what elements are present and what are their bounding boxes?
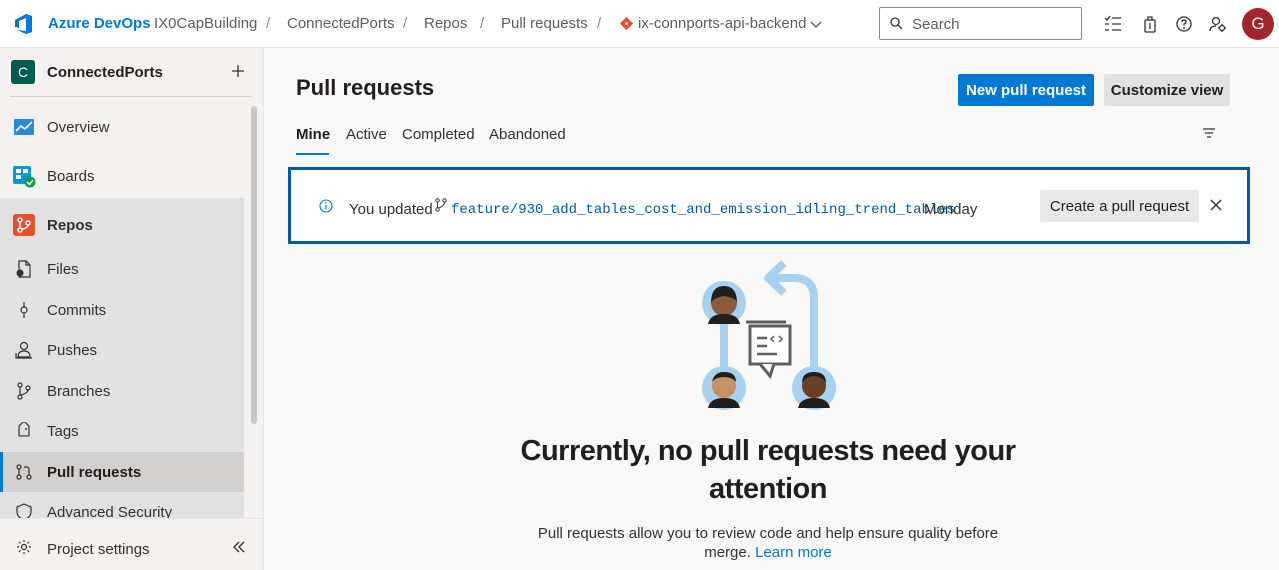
tab-abandoned[interactable]: Abandoned bbox=[489, 126, 566, 143]
breadcrumb-pull-requests[interactable]: Pull requests bbox=[501, 15, 588, 32]
sidebar: C ConnectedPorts Overview Boards Repos F… bbox=[0, 48, 264, 570]
breadcrumb-separator: / bbox=[403, 15, 408, 32]
sidebar-item-pushes[interactable]: Pushes bbox=[0, 330, 244, 370]
sidebar-item-label: Files bbox=[47, 261, 79, 278]
overview-icon bbox=[14, 119, 34, 135]
sidebar-item-label: Boards bbox=[47, 168, 95, 185]
tab-completed[interactable]: Completed bbox=[402, 126, 475, 143]
task-list-icon[interactable] bbox=[1103, 14, 1123, 34]
chevron-down-icon[interactable] bbox=[808, 16, 824, 32]
close-icon[interactable] bbox=[1208, 197, 1224, 213]
git-repo-icon bbox=[619, 16, 634, 31]
pull-request-icon bbox=[16, 464, 32, 480]
branch-icon bbox=[17, 382, 31, 400]
new-pull-request-button[interactable]: New pull request bbox=[958, 74, 1094, 106]
search-icon bbox=[890, 17, 903, 30]
sidebar-item-advanced-security[interactable]: Advanced Security bbox=[0, 492, 244, 518]
sidebar-item-label: Advanced Security bbox=[47, 504, 173, 518]
sidebar-item-label: Pushes bbox=[47, 342, 98, 359]
sidebar-item-overview[interactable]: Overview bbox=[0, 107, 244, 147]
divider bbox=[10, 96, 252, 97]
sidebar-footer: Project settings bbox=[0, 518, 263, 570]
sidebar-item-label: Commits bbox=[47, 302, 107, 319]
file-icon bbox=[16, 260, 31, 278]
azure-devops-logo[interactable] bbox=[12, 12, 36, 36]
sidebar-item-label: Overview bbox=[47, 119, 110, 136]
banner-text: You updated bbox=[349, 201, 433, 218]
repos-icon bbox=[13, 214, 35, 236]
user-settings-icon[interactable] bbox=[1208, 14, 1228, 34]
sidebar-scrollbar[interactable] bbox=[251, 106, 257, 424]
main-content: Pull requests New pull request Customize… bbox=[264, 48, 1279, 570]
sidebar-item-files[interactable]: Files bbox=[0, 249, 244, 289]
breadcrumb-separator: / bbox=[480, 15, 485, 32]
branch-update-banner: You updated feature/930_add_tables_cost_… bbox=[288, 167, 1250, 244]
sidebar-item-branches[interactable]: Branches bbox=[0, 371, 244, 411]
breadcrumb-repository[interactable]: ix-connports-api-backend bbox=[638, 15, 806, 32]
learn-more-link[interactable]: Learn more bbox=[755, 544, 832, 561]
sidebar-item-label: Branches bbox=[47, 383, 111, 400]
project-name[interactable]: ConnectedPorts bbox=[47, 64, 163, 81]
breadcrumb-repos[interactable]: Repos bbox=[424, 15, 467, 32]
add-icon[interactable] bbox=[229, 62, 247, 80]
search-input[interactable] bbox=[912, 14, 1072, 34]
project-badge[interactable]: C bbox=[11, 60, 35, 84]
tab-active[interactable]: Active bbox=[346, 126, 387, 143]
sidebar-item-boards[interactable]: Boards bbox=[0, 156, 244, 196]
user-avatar[interactable]: G bbox=[1242, 8, 1274, 40]
page-title: Pull requests bbox=[296, 75, 435, 100]
search-box[interactable] bbox=[879, 7, 1082, 40]
create-pull-request-button[interactable]: Create a pull request bbox=[1040, 190, 1199, 222]
branch-icon bbox=[435, 198, 447, 212]
sidebar-item-label: Repos bbox=[47, 217, 93, 234]
branch-name-link[interactable]: feature/930_add_tables_cost_and_emission… bbox=[451, 202, 955, 218]
marketplace-bag-icon[interactable] bbox=[1140, 14, 1160, 34]
customize-view-button[interactable]: Customize view bbox=[1104, 74, 1230, 106]
breadcrumb-project[interactable]: ConnectedPorts bbox=[287, 15, 395, 32]
help-icon[interactable] bbox=[1174, 14, 1194, 34]
filter-icon[interactable] bbox=[1201, 125, 1217, 141]
gear-icon bbox=[17, 540, 31, 554]
collapse-sidebar-icon[interactable] bbox=[231, 539, 247, 555]
push-icon bbox=[15, 341, 32, 359]
sidebar-item-tags[interactable]: Tags bbox=[0, 411, 244, 451]
sidebar-item-label: Tags bbox=[47, 423, 79, 440]
breadcrumb-separator: / bbox=[266, 15, 271, 32]
breadcrumb-organization[interactable]: IX0CapBuilding bbox=[154, 15, 257, 32]
empty-state-illustration bbox=[702, 260, 836, 410]
shield-icon bbox=[16, 503, 32, 518]
sidebar-item-commits[interactable]: Commits bbox=[0, 290, 244, 330]
active-tab-indicator bbox=[296, 153, 329, 155]
banner-day: Monday bbox=[924, 201, 978, 218]
banner-body: You updated feature/930_add_tables_cost_… bbox=[296, 173, 1242, 238]
boards-icon bbox=[13, 166, 36, 188]
commit-icon bbox=[20, 302, 28, 318]
tag-icon bbox=[18, 422, 30, 437]
sidebar-item-pull-requests[interactable]: Pull requests bbox=[0, 452, 244, 492]
info-icon bbox=[319, 199, 333, 213]
sidebar-item-label: Pull requests bbox=[47, 464, 142, 481]
empty-state-title: Currently, no pull requests need your at… bbox=[520, 435, 1017, 505]
breadcrumb-separator: / bbox=[597, 15, 602, 32]
empty-state-description: Pull requests allow you to review code a… bbox=[536, 524, 1000, 562]
sidebar-item-repos[interactable]: Repos bbox=[0, 205, 244, 245]
tab-mine[interactable]: Mine bbox=[296, 126, 330, 143]
project-settings-link[interactable]: Project settings bbox=[47, 541, 150, 558]
brand-name[interactable]: Azure DevOps bbox=[48, 15, 151, 32]
top-bar: Azure DevOps IX0CapBuilding / ConnectedP… bbox=[0, 0, 1279, 48]
